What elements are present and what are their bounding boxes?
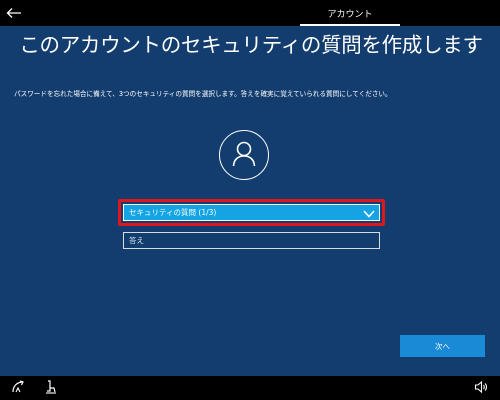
security-question-dropdown[interactable]: セキュリティの質問 (1/3)	[123, 204, 380, 221]
avatar	[219, 130, 269, 180]
next-button[interactable]: 次へ	[400, 335, 485, 357]
accessibility-icon	[44, 379, 58, 398]
main-panel: このアカウントのセキュリティの質問を作成します パスワードを忘れた場合に備えて、…	[0, 26, 500, 376]
chevron-down-icon	[363, 203, 375, 222]
ease-of-access-icon	[11, 379, 25, 398]
security-question-selected: セキュリティの質問 (1/3)	[129, 208, 217, 217]
bottom-bar	[0, 376, 500, 400]
page-title: このアカウントのセキュリティの質問を作成します	[19, 33, 483, 57]
ease-of-access-button[interactable]	[9, 379, 27, 397]
tab-account[interactable]: アカウント	[300, 0, 400, 26]
volume-button[interactable]	[472, 379, 490, 397]
user-icon	[230, 139, 258, 171]
back-arrow-icon	[6, 4, 22, 23]
volume-icon	[474, 379, 488, 398]
page-subtitle: パスワードを忘れた場合に備えて、3つのセキュリティの質問を選択します。答えを確実…	[14, 90, 392, 98]
accessibility-button[interactable]	[42, 379, 60, 397]
top-bar: アカウント	[0, 0, 500, 26]
answer-field[interactable]	[123, 232, 380, 249]
back-button[interactable]	[4, 3, 24, 23]
